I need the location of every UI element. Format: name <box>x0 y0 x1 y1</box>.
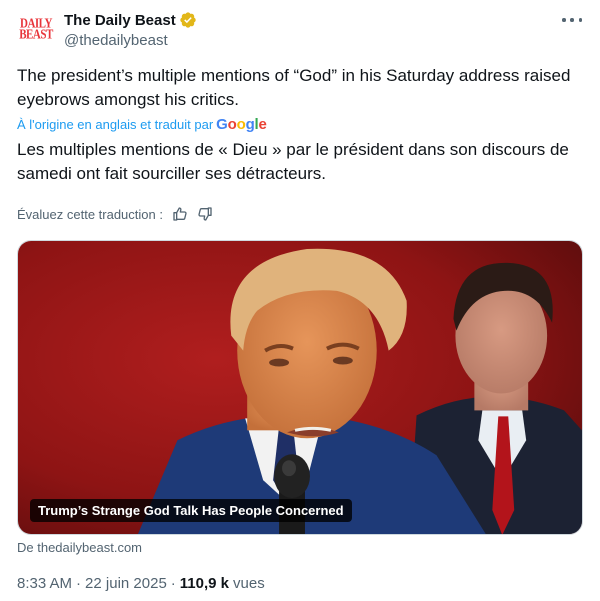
tweet-meta: 8:33 AM · 22 juin 2025 · 110,9 k vues <box>17 575 265 592</box>
author-info[interactable]: The Daily Beast @thedailybeast <box>64 10 197 49</box>
tweet-time[interactable]: 8:33 AM <box>17 575 72 592</box>
thumbs-down-icon[interactable] <box>197 206 213 222</box>
verified-badge-icon[interactable] <box>179 11 197 29</box>
tweet-original-text: The president’s multiple mentions of “Go… <box>17 66 571 109</box>
avatar[interactable]: DAILY BEAST <box>16 10 56 50</box>
author-name[interactable]: The Daily Beast <box>64 12 176 29</box>
link-preview-card[interactable]: Trump’s Strange God Talk Has People Conc… <box>17 240 583 535</box>
rate-translation: Évaluez cette traduction : <box>17 206 213 222</box>
translation-label: À l'origine en anglais et traduit par <box>17 117 214 132</box>
thumbs-up-icon[interactable] <box>172 206 188 222</box>
meta-separator-1: · <box>76 575 82 592</box>
meta-separator-2: · <box>170 575 176 592</box>
tweet-date[interactable]: 22 juin 2025 <box>85 575 167 592</box>
google-logo: Google <box>216 116 267 133</box>
author-handle[interactable]: @thedailybeast <box>64 32 197 49</box>
tweet-translated-text: Les multiples mentions de « Dieu » par l… <box>17 140 569 183</box>
article-title-caption[interactable]: Trump’s Strange God Talk Has People Conc… <box>30 499 352 522</box>
views-label: vues <box>233 575 265 592</box>
more-options-icon[interactable] <box>562 12 582 28</box>
link-source[interactable]: De thedailybeast.com <box>17 540 142 555</box>
avatar-logo-line-2: BEAST <box>19 27 53 43</box>
rate-translation-label: Évaluez cette traduction : <box>17 206 163 222</box>
views-count[interactable]: 110,9 k <box>180 575 229 592</box>
translation-attribution[interactable]: À l'origine en anglais et traduit par Go… <box>17 116 267 133</box>
tweet-card[interactable]: DAILY BEAST The Daily Beast @thedailybea… <box>0 0 600 601</box>
article-photo <box>18 241 582 534</box>
